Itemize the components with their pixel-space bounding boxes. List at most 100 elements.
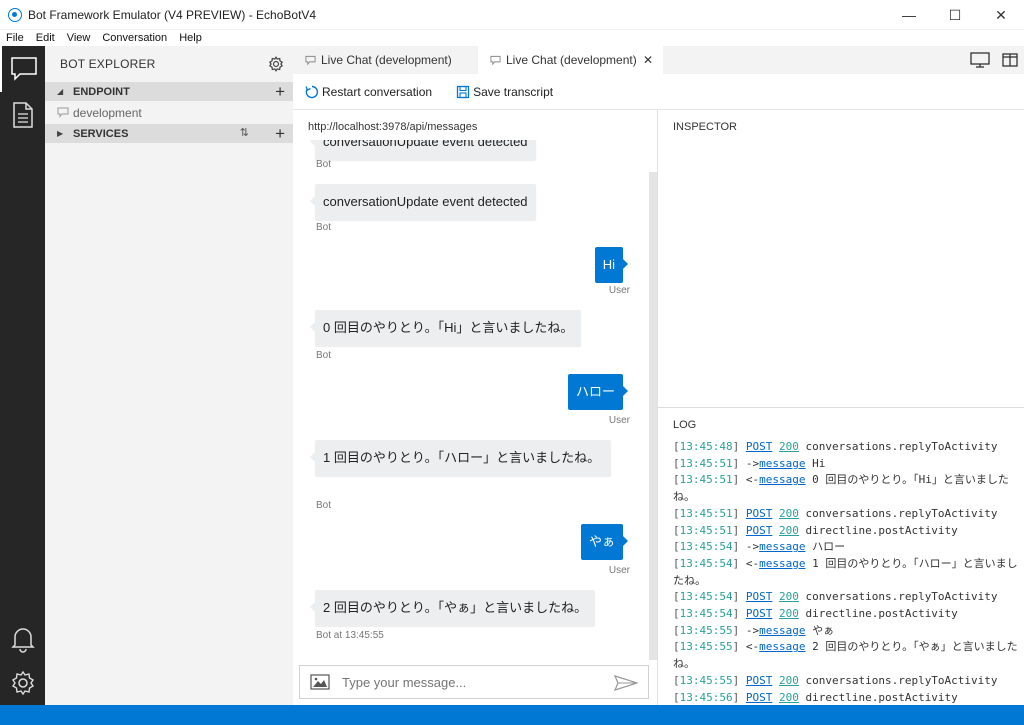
- send-icon[interactable]: [614, 675, 638, 691]
- log-entry: [13:45:55] ->message やぁ: [673, 623, 1018, 640]
- bot-message-bubble[interactable]: conversationUpdate event detected: [310, 184, 536, 220]
- bot-message-bubble[interactable]: 2 回目のやりとり。「やぁ」と言いましたね。: [309, 590, 596, 626]
- message-input-bar: [299, 665, 649, 699]
- tab-live-chat-2[interactable]: Live Chat (development) ✕: [478, 46, 663, 74]
- chat-scrollbar[interactable]: [649, 172, 657, 660]
- bot-message-bubble[interactable]: 1 回目のやりとり。「ハロー」と言いましたね。: [310, 440, 611, 476]
- log-bracket: [: [673, 673, 680, 687]
- log-bracket: ]: [732, 690, 746, 704]
- log-bracket: ]: [732, 456, 746, 470]
- log-bracket: ]: [732, 623, 746, 637]
- chat-bubble-outline-icon: [57, 107, 69, 118]
- log-timestamp: 13:45:51: [679, 456, 733, 470]
- log-entry: [13:45:55] POST 200 conversations.replyT…: [673, 673, 1018, 690]
- bot-message-bubble[interactable]: conversationUpdate event detected: [310, 140, 536, 160]
- menu-view[interactable]: View: [61, 32, 97, 44]
- add-service-button[interactable]: +: [275, 124, 285, 143]
- log-method-link[interactable]: POST: [746, 674, 773, 687]
- menu-help[interactable]: Help: [173, 32, 208, 44]
- log-api-name: directline.postActivity: [798, 607, 958, 621]
- endpoint-section-header[interactable]: ◢ ENDPOINT +: [45, 82, 293, 101]
- log-status-code[interactable]: 200: [779, 507, 799, 520]
- nav-bot-explorer-button[interactable]: [0, 46, 45, 92]
- log-status-code[interactable]: 200: [779, 674, 799, 687]
- add-endpoint-button[interactable]: +: [275, 82, 285, 101]
- log-message-text: やぁ: [805, 623, 835, 637]
- log-entry: [13:45:51] POST 200 conversations.replyT…: [673, 506, 1018, 523]
- caret-right-icon: ▶: [57, 129, 64, 138]
- restart-conversation-button[interactable]: Restart conversation: [305, 85, 432, 99]
- log-method-link[interactable]: POST: [746, 524, 773, 537]
- log-method-link[interactable]: POST: [746, 590, 773, 603]
- maximize-button[interactable]: ☐: [932, 0, 978, 30]
- log-bracket: ]: [732, 440, 746, 453]
- minimize-button[interactable]: —: [886, 0, 932, 30]
- close-window-button[interactable]: ✕: [978, 0, 1024, 30]
- log-bracket: ]: [732, 640, 746, 654]
- log-message-link[interactable]: message: [759, 640, 805, 653]
- bot-message-bubble[interactable]: 0 回目のやりとり。「Hi」と言いましたね。: [309, 310, 582, 346]
- nav-notifications-button[interactable]: [0, 616, 45, 662]
- navigation-bar: [0, 46, 45, 705]
- tab-label: Live Chat (development): [321, 53, 452, 67]
- presentation-mode-icon[interactable]: [970, 52, 990, 68]
- user-message-bubble[interactable]: ハロー: [567, 374, 629, 410]
- caret-down-icon: ◢: [57, 87, 64, 96]
- endpoint-section-label: ENDPOINT: [73, 85, 130, 98]
- menu-file[interactable]: File: [0, 32, 30, 44]
- log-message-link[interactable]: message: [759, 557, 805, 570]
- log-message-link[interactable]: message: [759, 540, 805, 553]
- log-bracket: ]: [732, 473, 746, 487]
- services-section-header[interactable]: ▶ SERVICES ⇅ +: [45, 124, 293, 143]
- window-controls: — ☐ ✕: [886, 0, 1024, 30]
- user-message-bubble[interactable]: やぁ: [580, 524, 629, 560]
- log-timestamp: 13:45:54: [679, 556, 733, 570]
- bot-message-sender: Bot: [316, 159, 332, 170]
- log-entry: [13:45:54] ->message ハロー: [673, 539, 1018, 556]
- log-status-code[interactable]: 200: [779, 691, 799, 704]
- log-space: [772, 440, 779, 453]
- menu-edit[interactable]: Edit: [30, 32, 61, 44]
- split-view-icon[interactable]: [1002, 52, 1018, 68]
- log-api-name: conversations.replyToActivity: [798, 440, 998, 453]
- log-lines: [13:45:48] POST 200 conversations.replyT…: [673, 439, 1018, 706]
- chat-transcript[interactable]: conversationUpdate event detected Bot co…: [293, 140, 650, 660]
- user-message-bubble[interactable]: Hi: [594, 247, 629, 283]
- log-method-link[interactable]: POST: [746, 607, 773, 620]
- nav-resources-button[interactable]: [0, 92, 45, 138]
- title-bar: Bot Framework Emulator (V4 PREVIEW) - Ec…: [0, 0, 1024, 30]
- log-method-link[interactable]: POST: [746, 440, 773, 453]
- log-message-link[interactable]: message: [759, 457, 805, 470]
- tab-live-chat-1[interactable]: Live Chat (development): [293, 46, 478, 74]
- log-status-code[interactable]: 200: [779, 440, 799, 453]
- log-status-code[interactable]: 200: [779, 607, 799, 620]
- log-method-link[interactable]: POST: [746, 691, 773, 704]
- log-bracket: [: [673, 590, 680, 604]
- log-bracket: [: [673, 556, 680, 570]
- gear-icon: [11, 670, 34, 696]
- attach-image-icon[interactable]: [310, 674, 330, 690]
- log-timestamp: 13:45:54: [679, 607, 733, 621]
- log-status-code[interactable]: 200: [779, 590, 799, 603]
- nav-settings-button[interactable]: [0, 660, 45, 706]
- close-tab-button[interactable]: ✕: [643, 53, 653, 67]
- save-transcript-label: Save transcript: [473, 84, 554, 99]
- log-api-name: conversations.replyToActivity: [798, 506, 998, 520]
- endpoint-item-label: development: [73, 105, 142, 120]
- message-input[interactable]: [342, 674, 612, 690]
- endpoint-item-development[interactable]: development: [45, 101, 293, 124]
- explorer-settings-gear-icon[interactable]: [268, 56, 284, 72]
- log-method-link[interactable]: POST: [746, 507, 773, 520]
- sort-services-button[interactable]: ⇅: [240, 124, 249, 143]
- menu-conversation[interactable]: Conversation: [96, 32, 173, 44]
- log-status-code[interactable]: 200: [779, 524, 799, 537]
- status-bar: [0, 705, 1024, 725]
- log-message-link[interactable]: message: [759, 624, 805, 637]
- log-bracket: ]: [732, 673, 746, 687]
- log-entry: [13:45:48] POST 200 conversations.replyT…: [673, 439, 1018, 456]
- log-api-name: directline.postActivity: [798, 523, 958, 537]
- save-transcript-button[interactable]: Save transcript: [456, 85, 553, 99]
- log-message-link[interactable]: message: [759, 473, 805, 486]
- log-pane: LOG [13:45:48] POST 200 conversations.re…: [658, 408, 1024, 705]
- log-entry: [13:45:54] POST 200 directline.postActiv…: [673, 606, 1018, 623]
